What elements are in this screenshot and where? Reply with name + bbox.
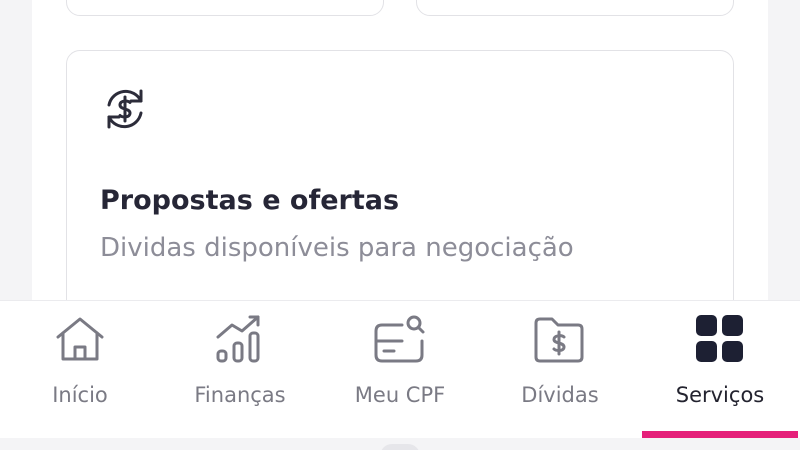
nav-label: Início [52, 383, 108, 407]
bottom-navigation: Início Finanças Meu CPF Dívidas Serviços [0, 300, 800, 439]
card-subtitle: Dividas disponíveis para negociação [100, 233, 574, 263]
service-card-partial-left[interactable] [66, 0, 384, 16]
nav-item-dividas[interactable]: Dívidas [480, 301, 640, 439]
home-handle [380, 444, 420, 450]
money-exchange-icon [99, 83, 151, 135]
folder-money-icon [532, 311, 588, 367]
nav-item-inicio[interactable]: Início [0, 301, 160, 439]
nav-label: Serviços [675, 383, 765, 407]
proposals-offers-card[interactable]: Propostas e ofertas Dividas disponíveis … [66, 50, 734, 300]
grid-icon [692, 311, 748, 367]
card-title: Propostas e ofertas [100, 185, 400, 216]
nav-label: Meu CPF [354, 383, 446, 407]
home-icon [52, 311, 108, 367]
chart-growth-icon [212, 311, 268, 367]
system-footer [0, 438, 800, 450]
nav-label: Finanças [194, 383, 286, 407]
nav-item-financas[interactable]: Finanças [160, 301, 320, 439]
nav-label: Dívidas [521, 383, 599, 407]
services-content: Propostas e ofertas Dividas disponíveis … [32, 0, 768, 300]
nav-item-meu-cpf[interactable]: Meu CPF [320, 301, 480, 439]
nav-item-servicos[interactable]: Serviços [640, 301, 800, 439]
id-card-search-icon [372, 311, 428, 367]
service-card-partial-right[interactable] [416, 0, 734, 16]
